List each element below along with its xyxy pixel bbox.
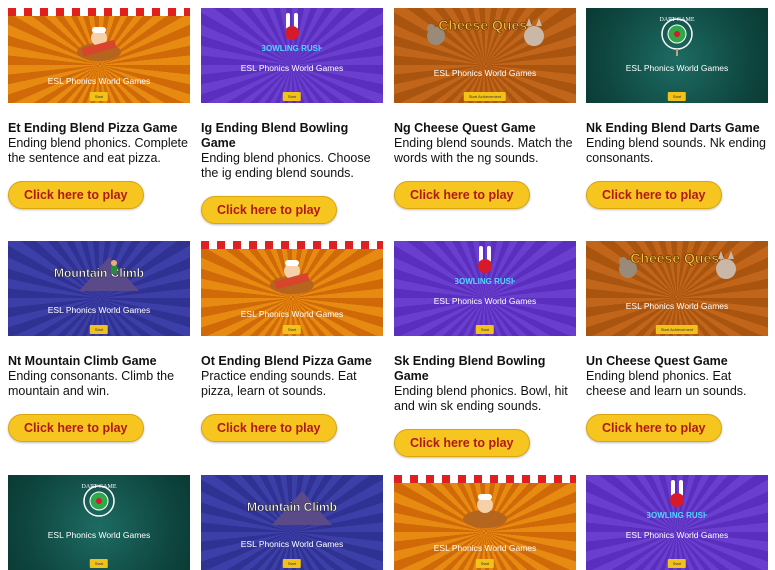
game-title: Sk Ending Blend Bowling Game (394, 354, 546, 383)
thumbnail-start-button[interactable]: Start (667, 559, 687, 568)
thumbnail-start-button[interactable]: Start (89, 559, 109, 568)
cheese-quest-logo-icon: Cheese Quest (420, 14, 550, 59)
game-card: Cheese Quest ESL Phonics World Games Sta… (586, 241, 768, 442)
game-description: Ending consonants. Climb the mountain an… (8, 369, 175, 398)
game-card: Mountain Climb ESL Phonics World Games S… (8, 241, 190, 442)
bowling-logo-icon: BOWLING RUSH (645, 480, 709, 527)
game-title: Ng Cheese Quest Game (394, 121, 536, 135)
game-thumbnail[interactable]: Mountain Climb ESL Phonics World Games S… (201, 475, 383, 570)
game-title: Un Cheese Quest Game (586, 354, 728, 368)
play-button[interactable]: Click here to play (586, 181, 722, 209)
game-card: DART GAME ESL Phonics World Games Start (8, 475, 190, 570)
thumbnail-title: ESL Phonics World Games (240, 309, 344, 319)
thumbnail-start-button[interactable]: Start (282, 559, 302, 568)
game-title: Ot Ending Blend Pizza Game (201, 354, 372, 368)
awning-decoration (201, 241, 383, 249)
svg-text:BOWLING RUSH: BOWLING RUSH (647, 511, 707, 520)
play-button[interactable]: Click here to play (8, 414, 144, 442)
game-thumbnail[interactable]: Mountain Climb ESL Phonics World Games S… (8, 241, 190, 336)
svg-text:Cheese Quest: Cheese Quest (630, 250, 724, 266)
svg-text:DART GAME: DART GAME (81, 484, 116, 490)
thumbnail-start-button[interactable]: Start Achievement (655, 325, 699, 334)
thumbnail-start-button[interactable]: Start (282, 325, 302, 334)
game-card: ESL Phonics World Games Start (394, 475, 576, 570)
game-card: Cheese Quest ESL Phonics World Games Sta… (394, 8, 576, 209)
play-button[interactable]: Click here to play (8, 181, 144, 209)
game-title: Ig Ending Blend Bowling Game (201, 121, 349, 150)
thumbnail-start-button[interactable]: Start (475, 325, 495, 334)
game-description: Ending blend sounds. Match the words wit… (394, 136, 573, 165)
mountain-climb-logo-icon: Mountain Climb (232, 485, 352, 530)
thumbnail-start-button[interactable]: Start Achievement (463, 92, 507, 101)
game-card: DART GAME ESL Phonics World Games Start … (586, 8, 768, 209)
game-description: Ending blend phonics. Complete the sente… (8, 136, 188, 165)
pizza-logo-icon (74, 24, 124, 69)
svg-text:BOWLING RUSH: BOWLING RUSH (262, 44, 322, 53)
game-thumbnail[interactable]: ESL Phonics World Games Start (8, 8, 190, 103)
bowling-logo-icon: BOWLING RUSH (453, 246, 517, 293)
awning-decoration (8, 8, 190, 16)
awning-decoration (394, 475, 576, 483)
thumbnail-start-button[interactable]: Start (475, 559, 495, 568)
thumbnail-start-button[interactable]: Start (282, 92, 302, 101)
svg-text:DART GAME: DART GAME (659, 17, 694, 23)
dart-board-logo-icon: DART GAME (642, 14, 712, 61)
game-card: ESL Phonics World Games Start Ot Ending … (201, 241, 383, 442)
thumbnail-start-button[interactable]: Start (667, 92, 687, 101)
pizza-logo-icon (460, 491, 510, 536)
play-button[interactable]: Click here to play (394, 181, 530, 209)
play-button[interactable]: Click here to play (394, 429, 530, 457)
game-title: Et Ending Blend Pizza Game (8, 121, 178, 135)
bowling-logo-icon: BOWLING RUSH (260, 13, 324, 60)
game-card: BOWLING RUSH ESL Phonics World Games Sta… (201, 8, 383, 224)
game-card: ESL Phonics World Games Start Et Ending … (8, 8, 190, 209)
play-button[interactable]: Click here to play (201, 414, 337, 442)
thumbnail-start-button[interactable]: Start (89, 92, 109, 101)
thumbnail-title: ESL Phonics World Games (240, 539, 344, 549)
game-thumbnail[interactable]: DART GAME ESL Phonics World Games Start (8, 475, 190, 570)
dart-board-logo-icon: DART GAME (64, 481, 134, 528)
thumbnail-title: ESL Phonics World Games (240, 63, 344, 73)
game-card: Mountain Climb ESL Phonics World Games S… (201, 475, 383, 570)
thumbnail-title: ESL Phonics World Games (47, 305, 151, 315)
svg-text:Cheese Quest: Cheese Quest (438, 17, 532, 33)
thumbnail-title: ESL Phonics World Games (625, 63, 729, 73)
thumbnail-start-button[interactable]: Start (89, 325, 109, 334)
thumbnail-title: ESL Phonics World Games (433, 68, 537, 78)
cheese-quest-logo-icon: Cheese Quest (612, 247, 742, 292)
game-thumbnail[interactable]: BOWLING RUSH ESL Phonics World Games Sta… (394, 241, 576, 336)
svg-text:Mountain Climb: Mountain Climb (247, 500, 337, 514)
game-description: Practice ending sounds. Eat pizza, learn… (201, 369, 357, 398)
game-card: BOWLING RUSH ESL Phonics World Games Sta… (394, 241, 576, 457)
game-title: Nk Ending Blend Darts Game (586, 121, 760, 135)
game-thumbnail[interactable]: BOWLING RUSH ESL Phonics World Games Sta… (201, 8, 383, 103)
thumbnail-title: ESL Phonics World Games (433, 543, 537, 553)
game-thumbnail[interactable]: DART GAME ESL Phonics World Games Start (586, 8, 768, 103)
game-description: Ending blend phonics. Bowl, hit and win … (394, 384, 568, 413)
game-thumbnail[interactable]: BOWLING RUSH ESL Phonics World Games Sta… (586, 475, 768, 570)
svg-text:Mountain Climb: Mountain Climb (54, 266, 144, 280)
thumbnail-title: ESL Phonics World Games (47, 530, 151, 540)
game-thumbnail[interactable]: ESL Phonics World Games Start (201, 241, 383, 336)
game-title: Nt Mountain Climb Game (8, 354, 157, 368)
thumbnail-title: ESL Phonics World Games (625, 301, 729, 311)
thumbnail-title: ESL Phonics World Games (47, 76, 151, 86)
thumbnail-title: ESL Phonics World Games (625, 530, 729, 540)
game-description: Ending blend sounds. Nk ending consonant… (586, 136, 766, 165)
play-button[interactable]: Click here to play (201, 196, 337, 224)
game-description: Ending blend phonics. Choose the ig endi… (201, 151, 371, 180)
svg-text:BOWLING RUSH: BOWLING RUSH (455, 277, 515, 286)
game-card: BOWLING RUSH ESL Phonics World Games Sta… (586, 475, 768, 570)
game-thumbnail[interactable]: Cheese Quest ESL Phonics World Games Sta… (394, 8, 576, 103)
game-description: Ending blend phonics. Eat cheese and lea… (586, 369, 747, 398)
game-thumbnail[interactable]: ESL Phonics World Games Start (394, 475, 576, 570)
pizza-logo-icon (267, 257, 317, 302)
thumbnail-title: ESL Phonics World Games (433, 296, 537, 306)
mountain-climb-logo-icon: Mountain Climb (39, 251, 159, 296)
play-button[interactable]: Click here to play (586, 414, 722, 442)
game-thumbnail[interactable]: Cheese Quest ESL Phonics World Games Sta… (586, 241, 768, 336)
